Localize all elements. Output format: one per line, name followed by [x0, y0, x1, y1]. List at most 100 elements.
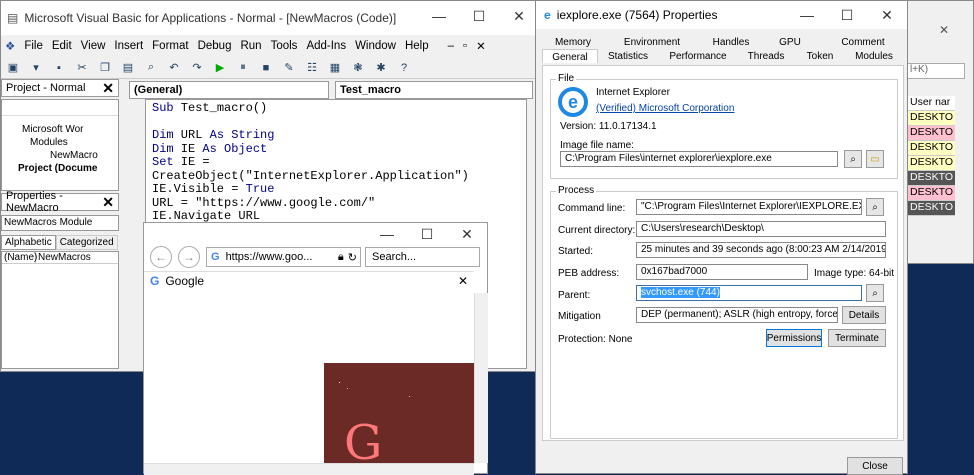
tree-item-modules[interactable]: Modules: [30, 137, 68, 148]
address-text: https://www.goo...: [225, 251, 313, 263]
users-row[interactable]: DESKTO: [907, 126, 955, 141]
props-maximize-icon[interactable]: ☐: [827, 0, 867, 30]
tab-alphabetic[interactable]: Alphabetic: [1, 235, 56, 250]
menu-edit[interactable]: Edit: [52, 40, 72, 52]
run-icon[interactable]: ▶: [212, 61, 228, 75]
started-field[interactable]: 25 minutes and 39 seconds ago (8:00:23 A…: [636, 242, 886, 258]
mdi-close-icon[interactable]: ✕: [476, 39, 486, 53]
project-panel-close-icon[interactable]: ✕: [102, 80, 114, 97]
maximize-icon[interactable]: ☐: [459, 1, 499, 31]
browser-hscrollbar[interactable]: [144, 463, 474, 475]
view-word-icon[interactable]: ▣: [5, 61, 21, 75]
object-dropdown[interactable]: (General): [129, 81, 329, 99]
parent-field[interactable]: svchost.exe (744): [636, 285, 862, 301]
property-row-name[interactable]: (Name) NewMacros: [2, 252, 118, 264]
project-explorer-icon[interactable]: ☷: [304, 61, 320, 75]
forward-icon[interactable]: →: [178, 246, 200, 268]
menu-run[interactable]: Run: [240, 40, 261, 52]
tab-categorized[interactable]: Categorized: [55, 235, 118, 250]
tab-gpu[interactable]: GPU: [762, 35, 818, 49]
current-directory-field[interactable]: C:\Users\research\Desktop\: [636, 221, 886, 237]
find-icon[interactable]: ⌕: [143, 61, 159, 75]
menu-file[interactable]: File: [24, 40, 43, 52]
insert-module-icon[interactable]: ▾: [28, 61, 44, 75]
close-icon[interactable]: ✕: [499, 1, 539, 31]
close-button[interactable]: Close: [847, 457, 903, 475]
mdi-minimize-icon[interactable]: –: [448, 40, 454, 52]
browser-search-box[interactable]: Search...: [365, 247, 480, 267]
tree-item-newmacros[interactable]: NewMacro: [50, 150, 98, 161]
word-icon[interactable]: ❖: [5, 39, 15, 53]
properties-panel-close-icon[interactable]: ✕: [102, 194, 114, 211]
design-mode-icon[interactable]: ✎: [281, 61, 297, 75]
users-row[interactable]: DESKTO: [907, 171, 955, 186]
cut-icon[interactable]: ✂: [74, 61, 90, 75]
mdi-restore-icon[interactable]: ▫: [463, 40, 467, 52]
company-link[interactable]: (Verified) Microsoft Corporation: [596, 103, 734, 114]
permissions-button[interactable]: Permissions: [766, 329, 822, 347]
tab-performance[interactable]: Performance: [658, 49, 738, 63]
menu-debug[interactable]: Debug: [198, 40, 232, 52]
help-icon[interactable]: ?: [396, 61, 412, 75]
tab-statistics[interactable]: Statistics: [598, 49, 658, 63]
tab-comment[interactable]: Comment: [818, 35, 908, 49]
users-row[interactable]: DESKTO: [907, 111, 955, 126]
back-icon[interactable]: ←: [150, 246, 172, 268]
undo-icon[interactable]: ↶: [166, 61, 182, 75]
menu-tools[interactable]: Tools: [271, 40, 298, 52]
tab-memory[interactable]: Memory: [542, 35, 604, 49]
terminate-button[interactable]: Terminate: [828, 329, 886, 347]
tree-item-word-objects[interactable]: Microsoft Wor: [22, 124, 84, 135]
tab-handles[interactable]: Handles: [700, 35, 762, 49]
users-row[interactable]: DESKTO: [907, 141, 955, 156]
doodle-star-icon: ·: [338, 377, 341, 387]
image-path-field[interactable]: C:\Program Files\internet explorer\iexpl…: [560, 151, 838, 167]
users-row[interactable]: DESKTO: [907, 201, 955, 216]
command-line-search-icon[interactable]: ⌕: [866, 198, 884, 216]
search-online-icon[interactable]: ⌕: [844, 150, 862, 168]
redo-icon[interactable]: ↷: [189, 61, 205, 75]
users-search[interactable]: l+K): [907, 63, 965, 79]
browser-vscrollbar[interactable]: [474, 293, 488, 463]
tab-threads[interactable]: Threads: [738, 49, 794, 63]
browser-tab[interactable]: G Google ✕: [144, 271, 474, 289]
paste-icon[interactable]: ▤: [120, 61, 136, 75]
tab-modules[interactable]: Modules: [846, 49, 902, 63]
open-folder-icon[interactable]: ▭: [866, 150, 884, 168]
menu-view[interactable]: View: [81, 40, 106, 52]
procedure-dropdown[interactable]: Test_macro: [335, 81, 533, 99]
properties-window-icon[interactable]: ▦: [327, 61, 343, 75]
users-row[interactable]: DESKTO: [907, 186, 955, 201]
copy-icon[interactable]: ❐: [97, 61, 113, 75]
break-icon[interactable]: ⏸: [235, 61, 251, 75]
menu-help[interactable]: Help: [405, 40, 429, 52]
tab-general[interactable]: General: [542, 49, 598, 63]
toolbox-icon[interactable]: ✱: [373, 61, 389, 75]
peb-address-field[interactable]: 0x167bad7000: [636, 264, 808, 280]
tab-token[interactable]: Token: [794, 49, 846, 63]
tree-item-project-document[interactable]: Project (Docume: [18, 163, 97, 174]
minimize-icon[interactable]: —: [419, 1, 459, 31]
props-minimize-icon[interactable]: —: [787, 0, 827, 30]
object-browser-icon[interactable]: ❃: [350, 61, 366, 75]
save-icon[interactable]: ▪: [51, 61, 67, 75]
tab-close-icon[interactable]: ✕: [458, 274, 468, 288]
users-header[interactable]: User nar: [907, 96, 955, 111]
users-row[interactable]: DESKTO: [907, 156, 955, 171]
mitigation-field[interactable]: DEP (permanent); ASLR (high entropy, for…: [636, 307, 838, 323]
refresh-icon[interactable]: ↻: [348, 251, 357, 264]
menu-format[interactable]: Format: [152, 40, 188, 52]
users-close-icon[interactable]: ✕: [939, 23, 949, 37]
menu-window[interactable]: Window: [355, 40, 396, 52]
tab-environment[interactable]: Environment: [604, 35, 700, 49]
command-line-field[interactable]: "C:\Program Files\Internet Explorer\IEXP…: [636, 199, 862, 215]
details-button[interactable]: Details: [842, 306, 886, 324]
menu-addins[interactable]: Add-Ins: [306, 40, 346, 52]
parent-search-icon[interactable]: ⌕: [866, 284, 884, 302]
module-select[interactable]: NewMacros Module: [1, 215, 119, 231]
google-doodle[interactable]: · · · G: [324, 363, 474, 463]
reset-icon[interactable]: ■: [258, 61, 274, 75]
address-bar[interactable]: G https://www.goo... 🔒︎ ↻: [206, 247, 361, 267]
menu-insert[interactable]: Insert: [114, 40, 143, 52]
props-close-icon[interactable]: ✕: [867, 0, 907, 30]
